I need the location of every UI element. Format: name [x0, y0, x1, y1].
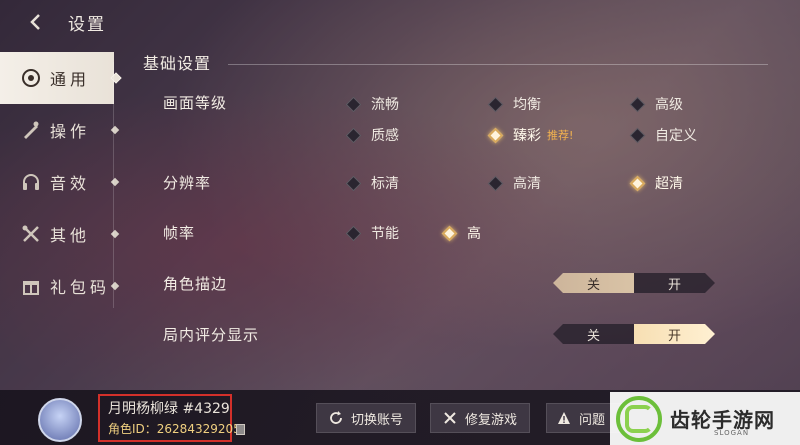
- username: 月明杨柳绿 #4329: [108, 401, 230, 417]
- outline-label: 角色描边: [163, 275, 228, 293]
- sidebar: 通用 操作 音效 其他 礼包码: [0, 52, 122, 312]
- general-icon: [20, 67, 42, 89]
- sidebar-item-operation[interactable]: 操作: [0, 104, 120, 156]
- warning-icon: [557, 411, 571, 425]
- gift-icon: [20, 275, 42, 297]
- radio-diamond-icon: [487, 175, 504, 191]
- repair-game-button[interactable]: 修复游戏: [430, 403, 530, 433]
- graphics-option-texture[interactable]: 质感: [345, 125, 399, 145]
- sidebar-item-sound[interactable]: 音效: [0, 156, 120, 208]
- sidebar-item-label: 礼包码: [50, 278, 111, 297]
- radio-diamond-icon: [629, 127, 646, 143]
- section-divider: [228, 64, 768, 65]
- toggle-off-option[interactable]: 关: [553, 273, 634, 293]
- sidebar-item-label: 其他: [50, 226, 91, 245]
- headphones-icon: [20, 171, 42, 193]
- framerate-option-high[interactable]: 高: [441, 223, 481, 243]
- graphics-option-custom[interactable]: 自定义: [629, 125, 697, 145]
- tools-icon: [443, 411, 457, 425]
- framerate-label: 帧率: [163, 224, 196, 242]
- radio-diamond-icon: [629, 96, 646, 112]
- recommend-tag: 推荐!: [547, 129, 574, 142]
- back-arrow-icon: [30, 14, 40, 30]
- graphics-option-high[interactable]: 高级: [629, 94, 683, 114]
- radio-diamond-selected-icon: [487, 127, 504, 143]
- score-display-label: 局内评分显示: [163, 326, 260, 344]
- radio-diamond-icon: [345, 96, 362, 112]
- sidebar-item-general[interactable]: 通用: [0, 52, 122, 104]
- outline-toggle[interactable]: 关 开: [553, 273, 715, 293]
- radio-diamond-icon: [345, 175, 362, 191]
- page-title: 设置: [68, 15, 106, 35]
- sidebar-item-giftcode[interactable]: 礼包码: [0, 260, 120, 312]
- resolution-option-hd[interactable]: 高清: [487, 173, 541, 193]
- radio-diamond-icon: [487, 96, 504, 112]
- resolution-option-fhd[interactable]: 超清: [629, 173, 683, 193]
- graphics-option-smooth[interactable]: 流畅: [345, 94, 399, 114]
- toggle-on-option[interactable]: 开: [634, 324, 715, 344]
- section-title: 基础设置: [143, 54, 212, 73]
- radio-diamond-icon: [345, 127, 362, 143]
- radio-diamond-selected-icon: [629, 175, 646, 191]
- graphics-option-balanced[interactable]: 均衡: [487, 94, 541, 114]
- sidebar-item-label: 操作: [50, 122, 91, 141]
- graphics-option-ultra[interactable]: 臻彩 推荐!: [487, 125, 574, 145]
- radio-diamond-selected-icon: [441, 225, 458, 241]
- operation-icon: [20, 119, 42, 141]
- toggle-off-option[interactable]: 关: [553, 324, 634, 344]
- sidebar-item-other[interactable]: 其他: [0, 208, 120, 260]
- watermark-logo-icon: [616, 395, 662, 442]
- radio-diamond-icon: [345, 225, 362, 241]
- refresh-icon: [329, 411, 343, 425]
- resolution-option-sd[interactable]: 标清: [345, 173, 399, 193]
- switch-account-button[interactable]: 切换账号: [316, 403, 416, 433]
- sidebar-divider: [113, 62, 114, 308]
- role-id: 角色ID：26284329205: [108, 422, 241, 436]
- back-button[interactable]: [22, 8, 50, 36]
- tools-icon: [20, 223, 42, 245]
- copy-icon[interactable]: [236, 424, 245, 435]
- watermark: 齿轮手游网 SLOGAN: [610, 392, 800, 445]
- background-overlay: [0, 0, 800, 445]
- sidebar-item-label: 通用: [50, 70, 91, 89]
- watermark-slogan: SLOGAN: [714, 429, 750, 437]
- sidebar-item-label: 音效: [50, 174, 91, 193]
- resolution-label: 分辨率: [163, 174, 212, 192]
- framerate-option-save[interactable]: 节能: [345, 223, 399, 243]
- header: 设置: [0, 0, 800, 44]
- score-display-toggle[interactable]: 关 开: [553, 324, 715, 344]
- graphics-label: 画面等级: [163, 94, 228, 112]
- toggle-on-option[interactable]: 开: [634, 273, 715, 293]
- avatar[interactable]: [38, 398, 82, 442]
